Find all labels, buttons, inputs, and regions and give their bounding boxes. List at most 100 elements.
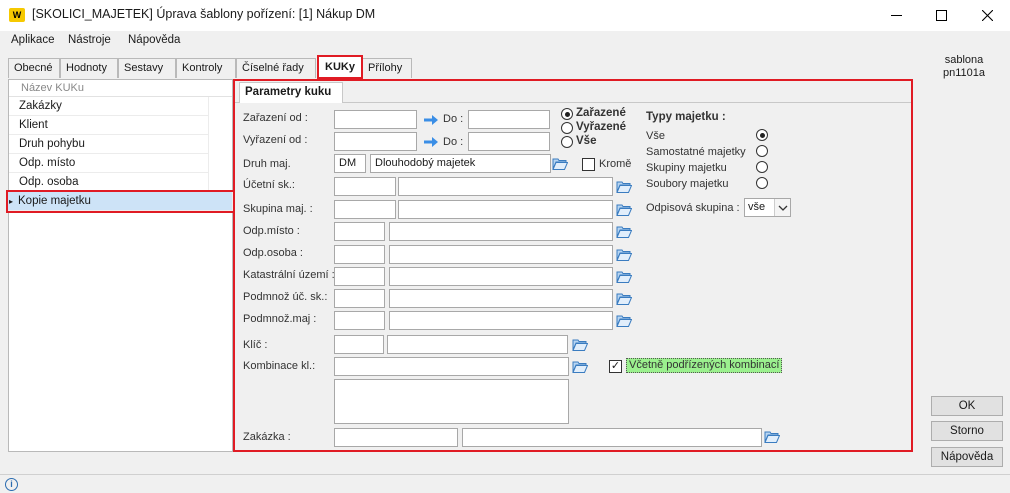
folder-open-icon[interactable] bbox=[616, 314, 632, 328]
list-item[interactable]: Druh pohybu bbox=[9, 135, 209, 154]
kombinace-input[interactable] bbox=[334, 357, 569, 376]
list-item[interactable]: Zakázky bbox=[9, 97, 209, 116]
parameters-area: Zařazení od : Do : Vyřazení od : Do : Za… bbox=[235, 102, 911, 450]
odpisova-skupina-select[interactable]: vše bbox=[744, 198, 791, 217]
arrow-right-icon bbox=[424, 115, 438, 125]
odp-osoba-code-input[interactable] bbox=[334, 245, 385, 264]
list-item[interactable]: Odp. osoba bbox=[9, 173, 209, 192]
zakazka-label: Zakázka : bbox=[243, 431, 291, 443]
tab-kontroly[interactable]: Kontroly bbox=[176, 58, 236, 78]
radio-typy-skupiny[interactable] bbox=[756, 161, 768, 173]
list-item[interactable]: Odp. místo bbox=[9, 154, 209, 173]
kuk-parameters-panel: Parametry kuku Zařazení od : Do : Vyřaze… bbox=[233, 79, 913, 452]
typy-majetku-title: Typy majetku : bbox=[646, 111, 726, 123]
list-item-selected[interactable]: ▸ Kopie majetku bbox=[6, 190, 235, 213]
podmnoz-uc-sk-name-input[interactable] bbox=[389, 289, 613, 308]
subtab-parametry[interactable]: Parametry kuku bbox=[239, 82, 343, 103]
template-info: sablona pn1101a bbox=[918, 54, 1010, 80]
maximize-button[interactable] bbox=[918, 0, 964, 31]
list-rows: Zakázky Klient Druh pohybu Odp. místo Od… bbox=[6, 97, 235, 213]
row-marker-icon: ▸ bbox=[9, 197, 14, 206]
radio-zarazene[interactable] bbox=[561, 108, 573, 120]
podmnoz-maj-name-input[interactable] bbox=[389, 311, 613, 330]
druh-maj-name-input[interactable]: Dlouhodobý majetek bbox=[370, 154, 551, 173]
ok-button[interactable]: OK bbox=[931, 396, 1003, 416]
odp-osoba-name-input[interactable] bbox=[389, 245, 613, 264]
zarazeni-do-input[interactable] bbox=[468, 110, 550, 129]
folder-open-icon[interactable] bbox=[616, 180, 632, 194]
krome-label: Kromě bbox=[599, 158, 632, 170]
folder-open-icon[interactable] bbox=[552, 157, 568, 171]
menu-napoveda[interactable]: Nápověda bbox=[126, 33, 182, 47]
title-bar: W [SKOLICI_MAJETEK] Úprava šablony poříz… bbox=[0, 0, 1010, 31]
app-logo: W bbox=[9, 8, 25, 22]
klic-name-input[interactable] bbox=[387, 335, 568, 354]
radio-vse[interactable] bbox=[561, 136, 573, 148]
tab-ciselne-rady[interactable]: Číselné řady bbox=[236, 58, 316, 78]
ucetni-sk-code-input[interactable] bbox=[334, 177, 396, 196]
tab-kuky[interactable]: KUKy bbox=[317, 55, 363, 79]
krome-checkbox[interactable] bbox=[582, 158, 595, 171]
folder-open-icon[interactable] bbox=[572, 360, 588, 374]
skupina-maj-label: Skupina maj. : bbox=[243, 203, 313, 215]
template-name: sablona bbox=[944, 54, 984, 66]
klic-code-input[interactable] bbox=[334, 335, 384, 354]
folder-open-icon[interactable] bbox=[616, 203, 632, 217]
katastralni-uzemi-label: Katastrální území : bbox=[243, 269, 335, 281]
vyrazeni-od-label: Vyřazení od : bbox=[243, 134, 308, 146]
info-icon[interactable]: i bbox=[5, 478, 18, 491]
kombinace-list[interactable] bbox=[334, 379, 569, 424]
radio-typy-soubory[interactable] bbox=[756, 177, 768, 189]
tab-prilohy[interactable]: Přílohy bbox=[362, 58, 412, 78]
arrow-right-icon bbox=[424, 137, 438, 147]
maximize-icon bbox=[935, 10, 947, 21]
radio-vyrazene-label: Vyřazené bbox=[576, 121, 627, 133]
zarazeni-od-input[interactable] bbox=[334, 110, 417, 129]
menu-bar: Aplikace Nástroje Nápověda bbox=[0, 31, 1010, 51]
skupina-maj-name-input[interactable] bbox=[398, 200, 613, 219]
druh-maj-code-input[interactable]: DM bbox=[334, 154, 366, 173]
typy-option-label: Samostatné majetky bbox=[646, 146, 746, 158]
druh-maj-label: Druh maj. bbox=[243, 158, 291, 170]
podmnoz-maj-code-input[interactable] bbox=[334, 311, 385, 330]
podmnoz-uc-sk-code-input[interactable] bbox=[334, 289, 385, 308]
list-header: Název KUKu bbox=[9, 80, 232, 97]
radio-vyrazene[interactable] bbox=[561, 122, 573, 134]
odp-osoba-label: Odp.osoba : bbox=[243, 247, 303, 259]
folder-open-icon[interactable] bbox=[616, 248, 632, 262]
zakazka-name-input[interactable] bbox=[462, 428, 762, 447]
folder-open-icon[interactable] bbox=[616, 292, 632, 306]
folder-open-icon[interactable] bbox=[616, 225, 632, 239]
minimize-button[interactable] bbox=[873, 0, 919, 31]
katastralni-uzemi-name-input[interactable] bbox=[389, 267, 613, 286]
katastralni-uzemi-code-input[interactable] bbox=[334, 267, 385, 286]
vyrazeni-od-input[interactable] bbox=[334, 132, 417, 151]
odp-misto-name-input[interactable] bbox=[389, 222, 613, 241]
close-icon bbox=[981, 10, 993, 21]
radio-typy-samostatne[interactable] bbox=[756, 145, 768, 157]
skupina-maj-code-input[interactable] bbox=[334, 200, 396, 219]
radio-typy-vse[interactable] bbox=[756, 129, 768, 141]
tab-hodnoty[interactable]: Hodnoty bbox=[60, 58, 118, 78]
radio-zarazene-label: Zařazené bbox=[576, 107, 626, 119]
folder-open-icon[interactable] bbox=[764, 430, 780, 444]
vcetne-checkbox[interactable]: ✓ bbox=[609, 360, 622, 373]
menu-aplikace[interactable]: Aplikace bbox=[9, 33, 56, 47]
list-item[interactable]: Klient bbox=[9, 116, 209, 135]
ucetni-sk-name-input[interactable] bbox=[398, 177, 613, 196]
menu-nastroje[interactable]: Nástroje bbox=[66, 33, 113, 47]
odp-misto-code-input[interactable] bbox=[334, 222, 385, 241]
storno-button[interactable]: Storno bbox=[931, 421, 1003, 441]
tab-sestavy[interactable]: Sestavy bbox=[118, 58, 176, 78]
do-label: Do : bbox=[443, 136, 464, 148]
do-label: Do : bbox=[443, 113, 464, 125]
list-item-label: Kopie majetku bbox=[18, 195, 91, 207]
close-button[interactable] bbox=[964, 0, 1010, 31]
zakazka-code-input[interactable] bbox=[334, 428, 458, 447]
tab-obecne[interactable]: Obecné bbox=[8, 58, 60, 78]
kombinace-label: Kombinace kl.: bbox=[243, 360, 316, 372]
vyrazeni-do-input[interactable] bbox=[468, 132, 550, 151]
folder-open-icon[interactable] bbox=[616, 270, 632, 284]
folder-open-icon[interactable] bbox=[572, 338, 588, 352]
napoveda-button[interactable]: Nápověda bbox=[931, 447, 1003, 467]
